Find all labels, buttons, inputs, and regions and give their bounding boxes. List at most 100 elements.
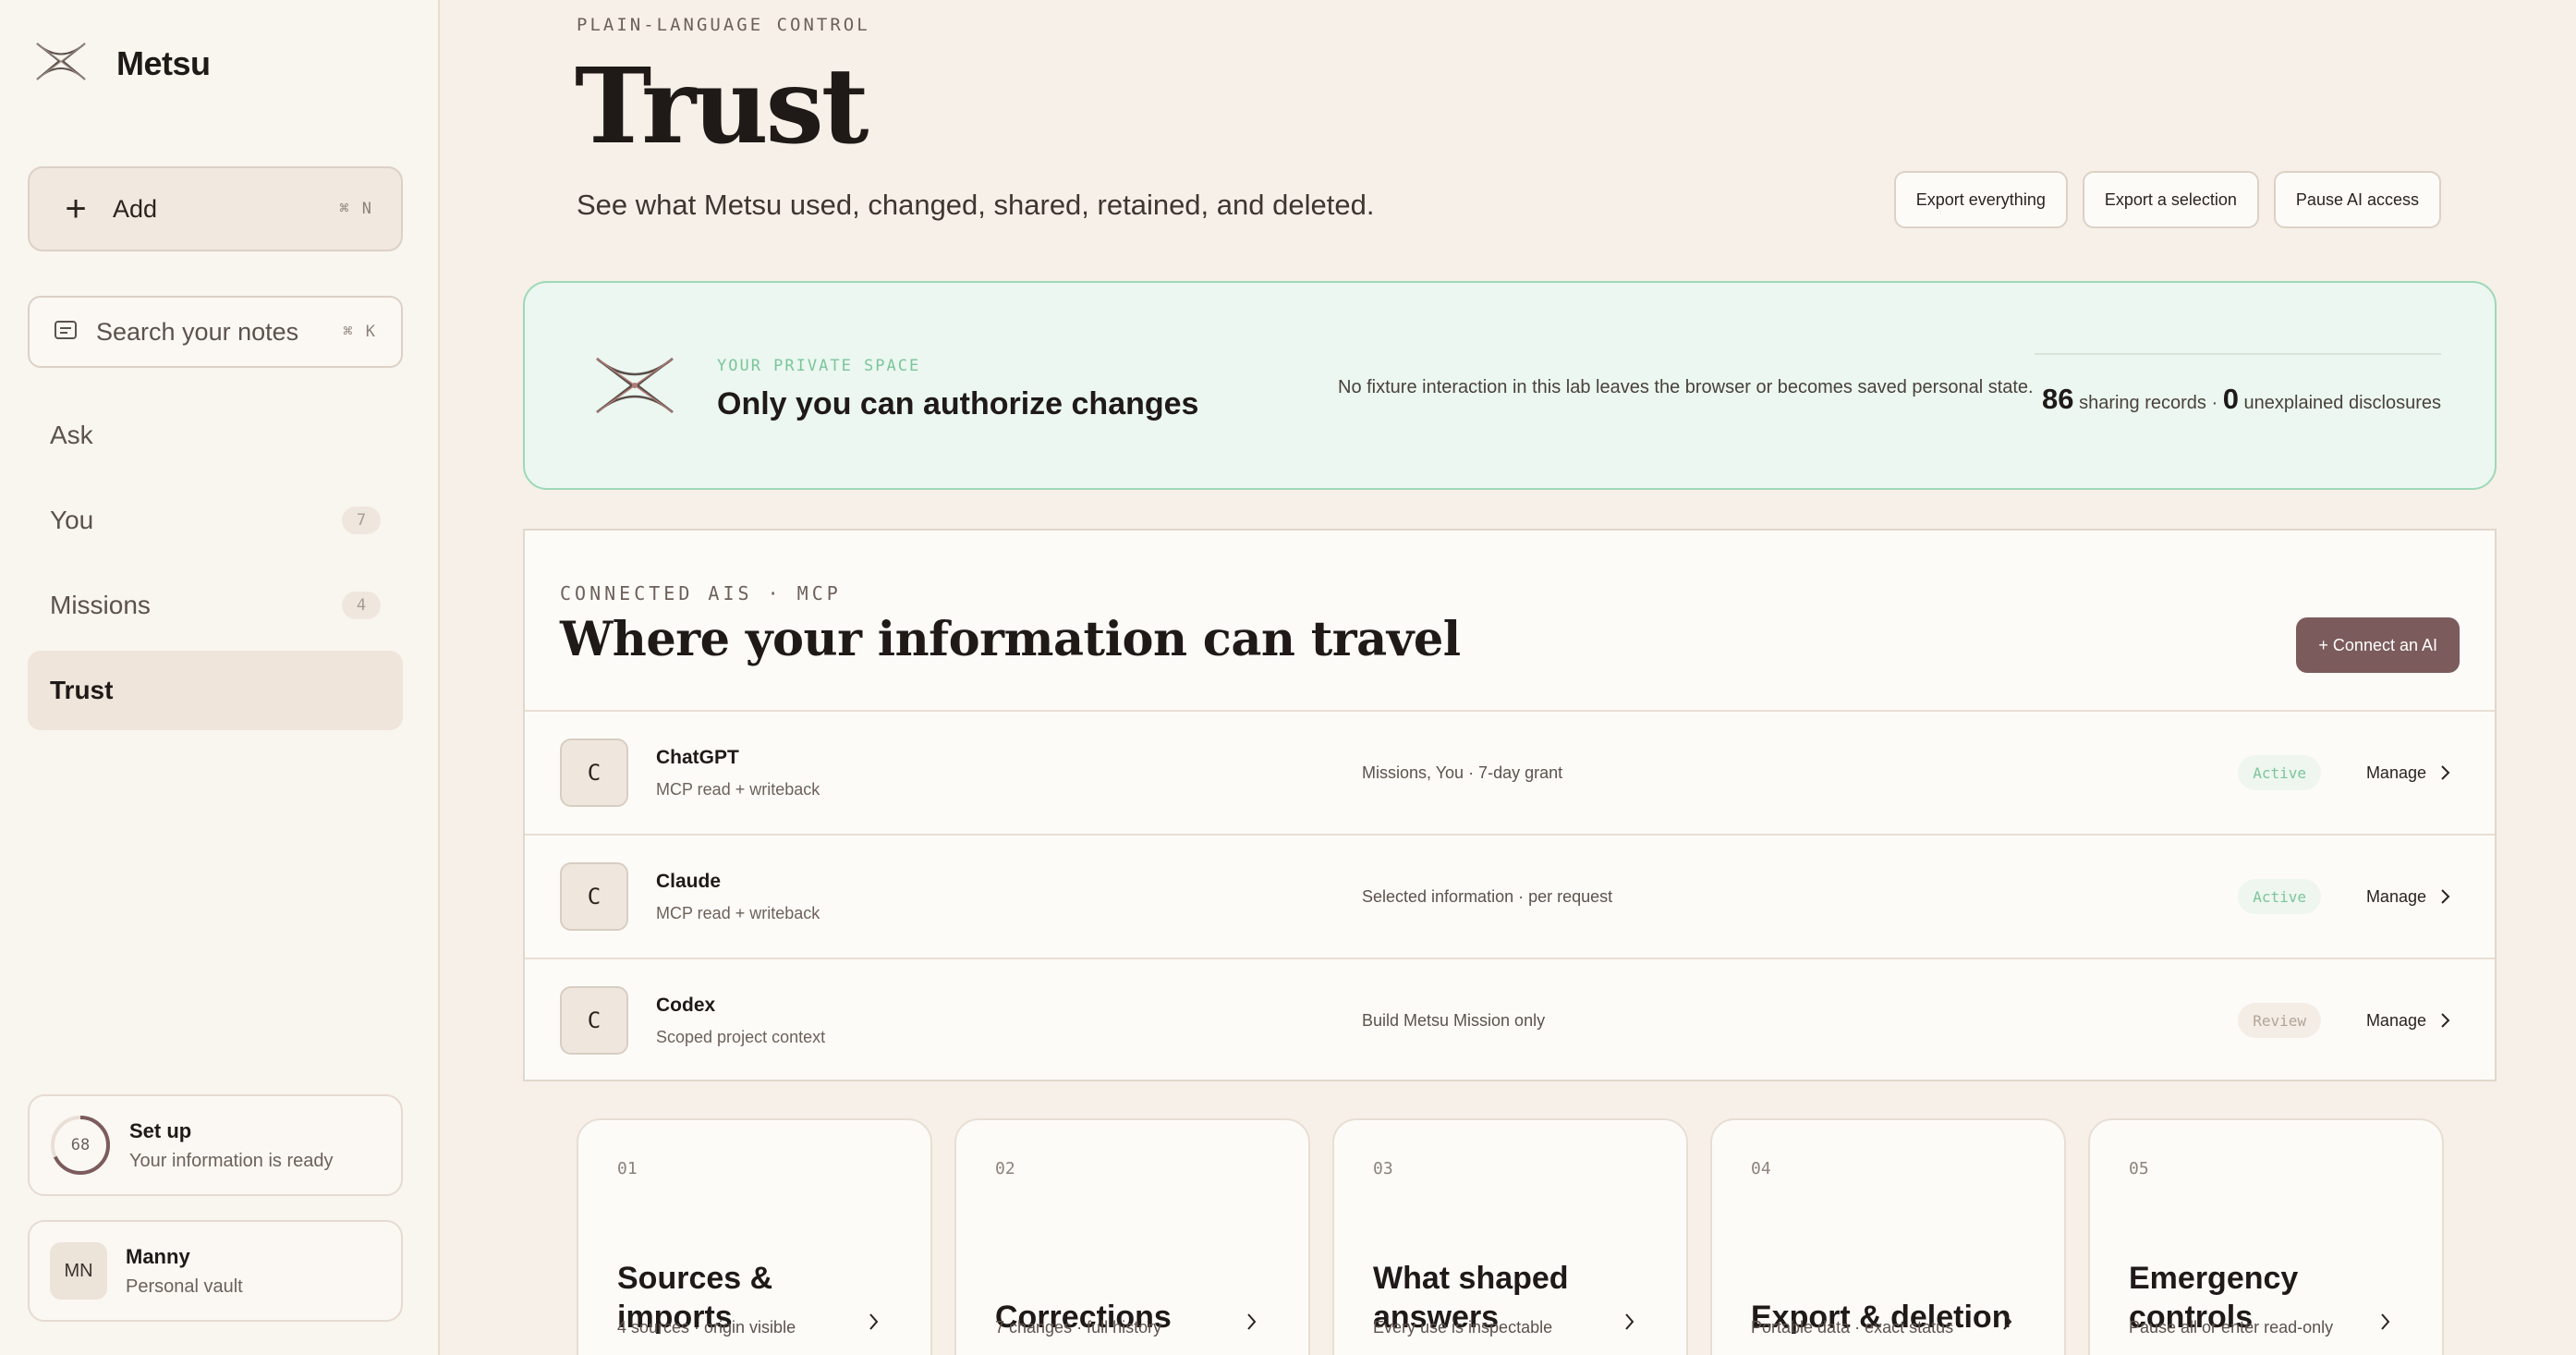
manage-label: Manage xyxy=(2365,1010,2426,1030)
ai-row-claude[interactable]: C Claude MCP read + writeback Selected i… xyxy=(525,834,2495,958)
card-number: 02 xyxy=(995,1159,1015,1178)
ai-row-codex[interactable]: C Codex Scoped project context Build Met… xyxy=(525,958,2495,1081)
ai-avatar: C xyxy=(560,986,628,1055)
card-subtitle: Portable data · exact status xyxy=(1751,1318,1954,1337)
sidebar-item-ask[interactable]: Ask xyxy=(28,396,403,475)
export-selection-button[interactable]: Export a selection xyxy=(2082,171,2259,228)
search-input[interactable] xyxy=(96,317,336,347)
feature-card-sources[interactable]: 01 Sources & imports 4 sources · origin … xyxy=(577,1118,932,1355)
ai-scope: Selected information · per request xyxy=(1362,886,1613,906)
ai-avatar: C xyxy=(560,739,628,807)
sidebar-nav: Ask You 7 Missions 4 Trust xyxy=(28,396,403,736)
sharing-records-count: 86 xyxy=(2042,383,2074,415)
chevron-right-icon xyxy=(1625,1313,1634,1330)
search-box[interactable]: ⌘ K xyxy=(28,296,403,368)
feature-card-emergency[interactable]: 05 Emergency controls Pause all or enter… xyxy=(2088,1118,2444,1355)
sidebar: Metsu + Add ⌘ N ⌘ K Ask You 7 Missions 4 xyxy=(0,0,440,1355)
chevron-right-icon xyxy=(869,1313,879,1330)
pause-ai-access-button[interactable]: Pause AI access xyxy=(2273,171,2441,228)
trust-feature-cards: 01 Sources & imports 4 sources · origin … xyxy=(577,1118,2444,1355)
status-badge: Review xyxy=(2238,1003,2321,1038)
ai-list: C ChatGPT MCP read + writeback Missions,… xyxy=(525,710,2495,1081)
user-subtitle: Personal vault xyxy=(126,1276,243,1297)
ai-access-type: Scoped project context xyxy=(656,1027,826,1046)
setup-progress-ring: 68 xyxy=(50,1115,111,1176)
card-subtitle: 4 sources · origin visible xyxy=(617,1318,796,1337)
private-space-eyebrow: YOUR PRIVATE SPACE xyxy=(717,357,921,375)
card-number: 04 xyxy=(1751,1159,1771,1178)
chevron-right-icon xyxy=(1247,1313,1257,1330)
status-badge: Active xyxy=(2238,879,2321,914)
sidebar-item-you[interactable]: You 7 xyxy=(28,481,403,560)
chevron-right-icon xyxy=(2441,1013,2450,1028)
ai-name: ChatGPT xyxy=(656,746,739,768)
sharing-records-label: sharing records xyxy=(2079,393,2206,413)
card-subtitle: Pause all or enter read-only xyxy=(2129,1318,2334,1337)
connected-eyebrow: CONNECTED AIS · MCP xyxy=(560,582,842,604)
sidebar-item-trust[interactable]: Trust xyxy=(28,651,403,730)
card-number: 05 xyxy=(2129,1159,2149,1178)
private-space-panel: YOUR PRIVATE SPACE Only you can authoriz… xyxy=(523,281,2497,490)
sidebar-item-label: Missions xyxy=(50,591,151,619)
avatar: MN xyxy=(50,1242,107,1300)
setup-subtitle: Your information is ready xyxy=(129,1150,334,1171)
status-badge: Active xyxy=(2238,755,2321,790)
sidebar-item-label: Trust xyxy=(50,676,114,704)
private-space-stats: 86 sharing records · 0 unexplained discl… xyxy=(2035,353,2441,416)
setup-progress-value: 68 xyxy=(70,1136,91,1154)
count-badge: 4 xyxy=(342,592,381,619)
add-shortcut: ⌘ N xyxy=(339,200,373,218)
setup-card[interactable]: 68 Set up Your information is ready xyxy=(28,1094,403,1196)
add-button[interactable]: + Add ⌘ N xyxy=(28,166,403,251)
main-content: PLAIN-LANGUAGE CONTROL Trust See what Me… xyxy=(442,0,2576,1355)
page-title: Trust xyxy=(575,46,869,167)
ai-name: Claude xyxy=(656,870,722,892)
manage-button[interactable]: Manage xyxy=(2366,1011,2450,1031)
manage-button[interactable]: Manage xyxy=(2366,763,2450,783)
export-everything-button[interactable]: Export everything xyxy=(1893,171,2068,228)
search-shortcut: ⌘ K xyxy=(343,323,377,341)
ai-avatar: C xyxy=(560,862,628,931)
brand[interactable]: Metsu xyxy=(35,41,211,86)
count-badge: 7 xyxy=(342,507,381,534)
user-card[interactable]: MN Manny Personal vault xyxy=(28,1220,403,1322)
sidebar-item-missions[interactable]: Missions 4 xyxy=(28,566,403,645)
add-label: Add xyxy=(113,194,158,223)
header-actions: Export everything Export a selection Pau… xyxy=(1893,171,2441,228)
stats-separator: · xyxy=(2211,393,2218,413)
connected-ais-panel: CONNECTED AIS · MCP Where your informati… xyxy=(523,529,2497,1081)
sidebar-item-label: Ask xyxy=(50,421,93,449)
chevron-right-icon xyxy=(2003,1313,2012,1330)
metsu-logo-icon xyxy=(593,353,676,422)
ai-name: Codex xyxy=(656,994,716,1016)
connect-ai-button[interactable]: + Connect an AI xyxy=(2296,617,2460,673)
feature-card-corrections[interactable]: 02 Corrections 7 changes · full history xyxy=(954,1118,1310,1355)
sidebar-item-label: You xyxy=(50,506,94,534)
private-space-note: No fixture interaction in this lab leave… xyxy=(1338,377,2034,397)
user-name: Manny xyxy=(126,1244,190,1268)
connected-title: Where your information can travel xyxy=(560,612,1461,667)
ai-access-type: MCP read + writeback xyxy=(656,903,820,922)
manage-label: Manage xyxy=(2365,886,2426,906)
page-eyebrow: PLAIN-LANGUAGE CONTROL xyxy=(577,15,870,35)
manage-button[interactable]: Manage xyxy=(2366,887,2450,907)
card-number: 01 xyxy=(617,1159,638,1178)
ai-row-chatgpt[interactable]: C ChatGPT MCP read + writeback Missions,… xyxy=(525,710,2495,834)
setup-title: Set up xyxy=(129,1118,192,1142)
ai-scope: Build Metsu Mission only xyxy=(1362,1010,1546,1030)
card-subtitle: Every use is inspectable xyxy=(1373,1318,1553,1337)
manage-label: Manage xyxy=(2365,763,2426,782)
chevron-right-icon xyxy=(2381,1313,2390,1330)
card-subtitle: 7 changes · full history xyxy=(995,1318,1162,1337)
disclosures-count: 0 xyxy=(2222,383,2239,415)
notes-icon xyxy=(54,320,78,345)
chevron-right-icon xyxy=(2441,765,2450,780)
feature-card-export[interactable]: 04 Export & deletion Portable data · exa… xyxy=(1710,1118,2066,1355)
feature-card-answers[interactable]: 03 What shaped answers Every use is insp… xyxy=(1332,1118,1688,1355)
private-space-title: Only you can authorize changes xyxy=(717,386,1199,421)
ai-scope: Missions, You · 7-day grant xyxy=(1362,763,1563,782)
metsu-logo-icon xyxy=(35,41,87,86)
card-number: 03 xyxy=(1373,1159,1393,1178)
ai-access-type: MCP read + writeback xyxy=(656,779,820,799)
disclosures-label: unexplained disclosures xyxy=(2243,393,2441,413)
